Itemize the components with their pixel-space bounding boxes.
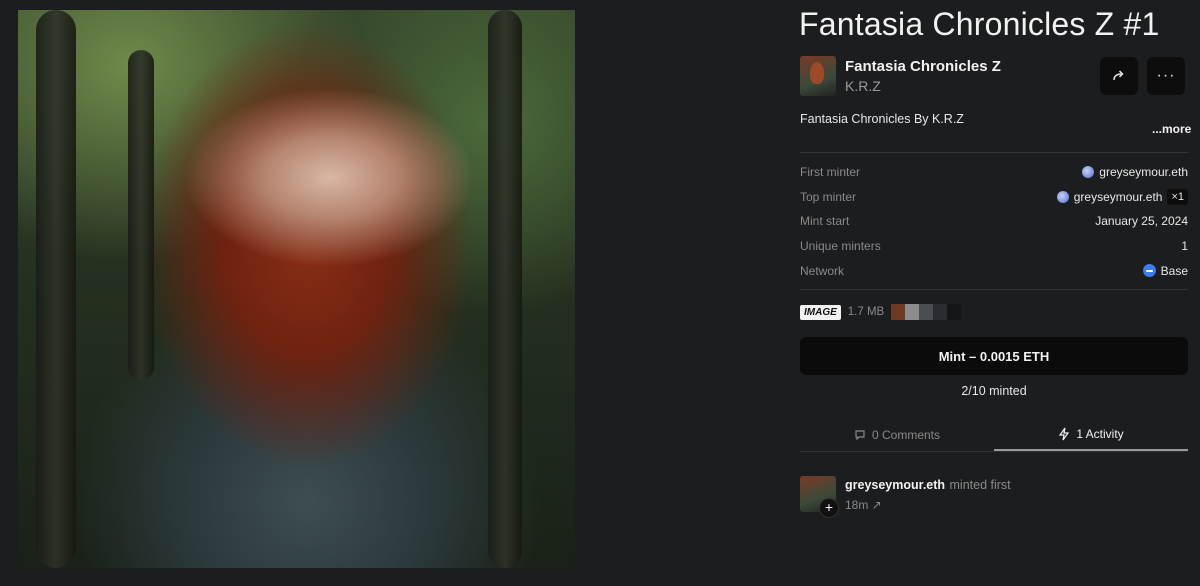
more-link[interactable]: ...more bbox=[1152, 122, 1191, 136]
detail-label: Unique minters bbox=[800, 239, 881, 254]
detail-value[interactable]: greyseymour.eth bbox=[1099, 165, 1188, 179]
ellipsis-icon: ··· bbox=[1156, 67, 1176, 84]
minted-progress: 2/10 minted bbox=[961, 384, 1027, 398]
tree-trunk-shape bbox=[128, 50, 154, 380]
user-avatar-icon bbox=[1056, 190, 1069, 203]
avatar[interactable]: + bbox=[800, 476, 839, 518]
detail-value: January 25, 2024 bbox=[1095, 214, 1188, 229]
share-button[interactable] bbox=[1100, 57, 1138, 95]
detail-row-mint-start: Mint start January 25, 2024 bbox=[800, 209, 1188, 234]
tab-label[interactable]: 0 Comments bbox=[872, 428, 940, 442]
tab-comments[interactable]: 0 Comments bbox=[800, 418, 994, 451]
media-size: 1.7 MB bbox=[847, 306, 885, 318]
activity-user[interactable]: greyseymour.eth bbox=[845, 478, 945, 492]
more-options-button[interactable]: ··· bbox=[1147, 57, 1185, 95]
activity-action: minted first bbox=[949, 478, 1011, 492]
detail-value[interactable]: greyseymour.eth bbox=[1074, 190, 1163, 204]
tab-activity[interactable]: 1 Activity bbox=[994, 418, 1188, 451]
detail-row-network: Network Base bbox=[800, 258, 1188, 283]
palette-swatch bbox=[933, 304, 948, 320]
activity-time-link[interactable]: 18m ↗ bbox=[845, 498, 1011, 512]
detail-row-unique-minters: Unique minters 1 bbox=[800, 234, 1188, 259]
plus-icon[interactable]: + bbox=[819, 498, 839, 518]
detail-label: First minter bbox=[800, 165, 860, 180]
network-link[interactable]: Base bbox=[1142, 264, 1188, 278]
divider bbox=[800, 152, 1188, 153]
palette-swatch bbox=[905, 304, 920, 320]
activity-item: + greyseymour.eth minted first 18m ↗ bbox=[800, 476, 1011, 518]
token-title: Fantasia Chronicles Z #1 bbox=[799, 6, 1160, 42]
tree-trunk-shape bbox=[488, 10, 522, 568]
divider bbox=[800, 289, 1188, 290]
collection-info[interactable]: Fantasia Chronicles Z K.R.Z bbox=[800, 56, 1001, 96]
palette-swatch bbox=[919, 304, 934, 320]
tab-label[interactable]: 1 Activity bbox=[1076, 427, 1123, 441]
detail-label: Mint start bbox=[800, 214, 850, 229]
color-palette bbox=[891, 304, 962, 320]
mint-count-badge: ×1 bbox=[1167, 188, 1188, 205]
nft-artwork[interactable] bbox=[18, 10, 575, 568]
first-minter-link[interactable]: greyseymour.eth bbox=[1082, 165, 1188, 179]
detail-value: 1 bbox=[1181, 239, 1188, 254]
palette-swatch bbox=[947, 304, 962, 320]
user-avatar-icon bbox=[1082, 166, 1095, 179]
palette-swatch bbox=[891, 304, 906, 320]
comment-icon bbox=[855, 429, 865, 440]
description-text: Fantasia Chronicles By K.R.Z bbox=[800, 112, 964, 126]
detail-label: Top minter bbox=[800, 189, 857, 204]
share-icon bbox=[1113, 70, 1124, 81]
collection-name[interactable]: Fantasia Chronicles Z bbox=[845, 58, 1001, 75]
detail-label: Network bbox=[800, 263, 845, 278]
media-type-badge: IMAGE bbox=[800, 304, 841, 320]
detail-row-first-minter: First minter greyseymour.eth bbox=[800, 160, 1188, 185]
media-info: IMAGE 1.7 MB bbox=[800, 304, 962, 320]
base-network-icon bbox=[1142, 264, 1156, 278]
tabs: 0 Comments 1 Activity bbox=[800, 418, 1188, 452]
detail-value[interactable]: Base bbox=[1161, 264, 1188, 278]
detail-row-top-minter: Top minter greyseymour.eth ×1 bbox=[800, 185, 1188, 210]
tree-trunk-shape bbox=[36, 10, 76, 568]
collection-avatar[interactable] bbox=[800, 56, 836, 96]
lightning-icon bbox=[1059, 427, 1070, 440]
mint-button[interactable]: Mint – 0.0015 ETH bbox=[800, 337, 1188, 375]
collection-creator[interactable]: K.R.Z bbox=[845, 78, 1001, 94]
top-minter-link[interactable]: greyseymour.eth ×1 bbox=[1056, 188, 1188, 205]
details-list: First minter greyseymour.eth Top minter … bbox=[800, 160, 1188, 283]
